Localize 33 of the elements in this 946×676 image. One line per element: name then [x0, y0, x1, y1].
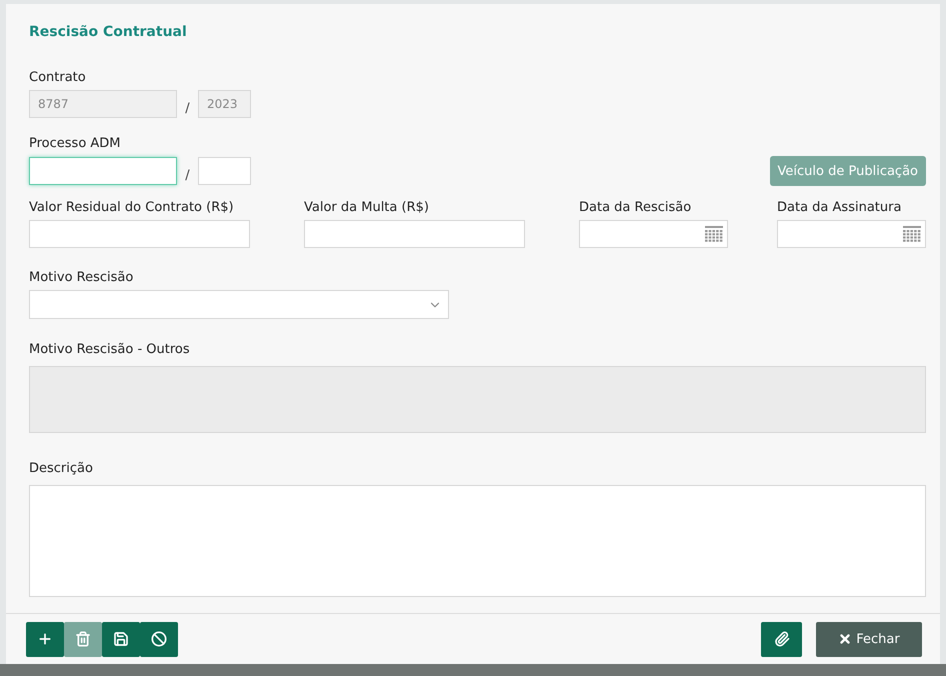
close-icon: [838, 632, 852, 646]
save-button[interactable]: [102, 622, 140, 656]
text-area[interactable]: [29, 485, 926, 597]
field-label: Contrato: [29, 70, 87, 85]
trash-icon: [75, 631, 91, 647]
add-button[interactable]: [26, 622, 64, 656]
separator: /: [184, 166, 191, 182]
date-field[interactable]: [777, 220, 926, 248]
reason-dropdown[interactable]: [29, 290, 449, 319]
field-label: Processo ADM: [29, 136, 122, 151]
date-field[interactable]: [579, 220, 728, 248]
field-label: Motivo Rescisão: [29, 270, 134, 285]
field-label: Data da Assinatura: [777, 200, 902, 215]
cancel-icon: [151, 631, 167, 647]
field-label: Valor da Multa (R$): [304, 200, 430, 215]
calendar-icon[interactable]: [705, 226, 723, 242]
field-label: Motivo Rescisão - Outros: [29, 342, 191, 357]
separator: /: [184, 100, 191, 116]
process-year-field[interactable]: [198, 157, 251, 185]
input-field[interactable]: [304, 220, 525, 248]
paperclip-icon: [774, 631, 790, 647]
save-icon: [113, 631, 129, 647]
field-label: Descrição: [29, 461, 94, 476]
calendar-icon[interactable]: [903, 226, 921, 242]
form-title: Rescisão Contratual: [29, 24, 188, 40]
plus-icon: [37, 631, 53, 647]
process-number-field[interactable]: [29, 157, 177, 185]
attach-button[interactable]: [761, 622, 802, 656]
cancel-button[interactable]: [140, 622, 178, 656]
field-label: Data da Rescisão: [579, 200, 692, 215]
input-field[interactable]: [29, 220, 250, 248]
field-label: Valor Residual do Contrato (R$): [29, 200, 235, 215]
close-button[interactable]: Fechar: [816, 622, 922, 656]
